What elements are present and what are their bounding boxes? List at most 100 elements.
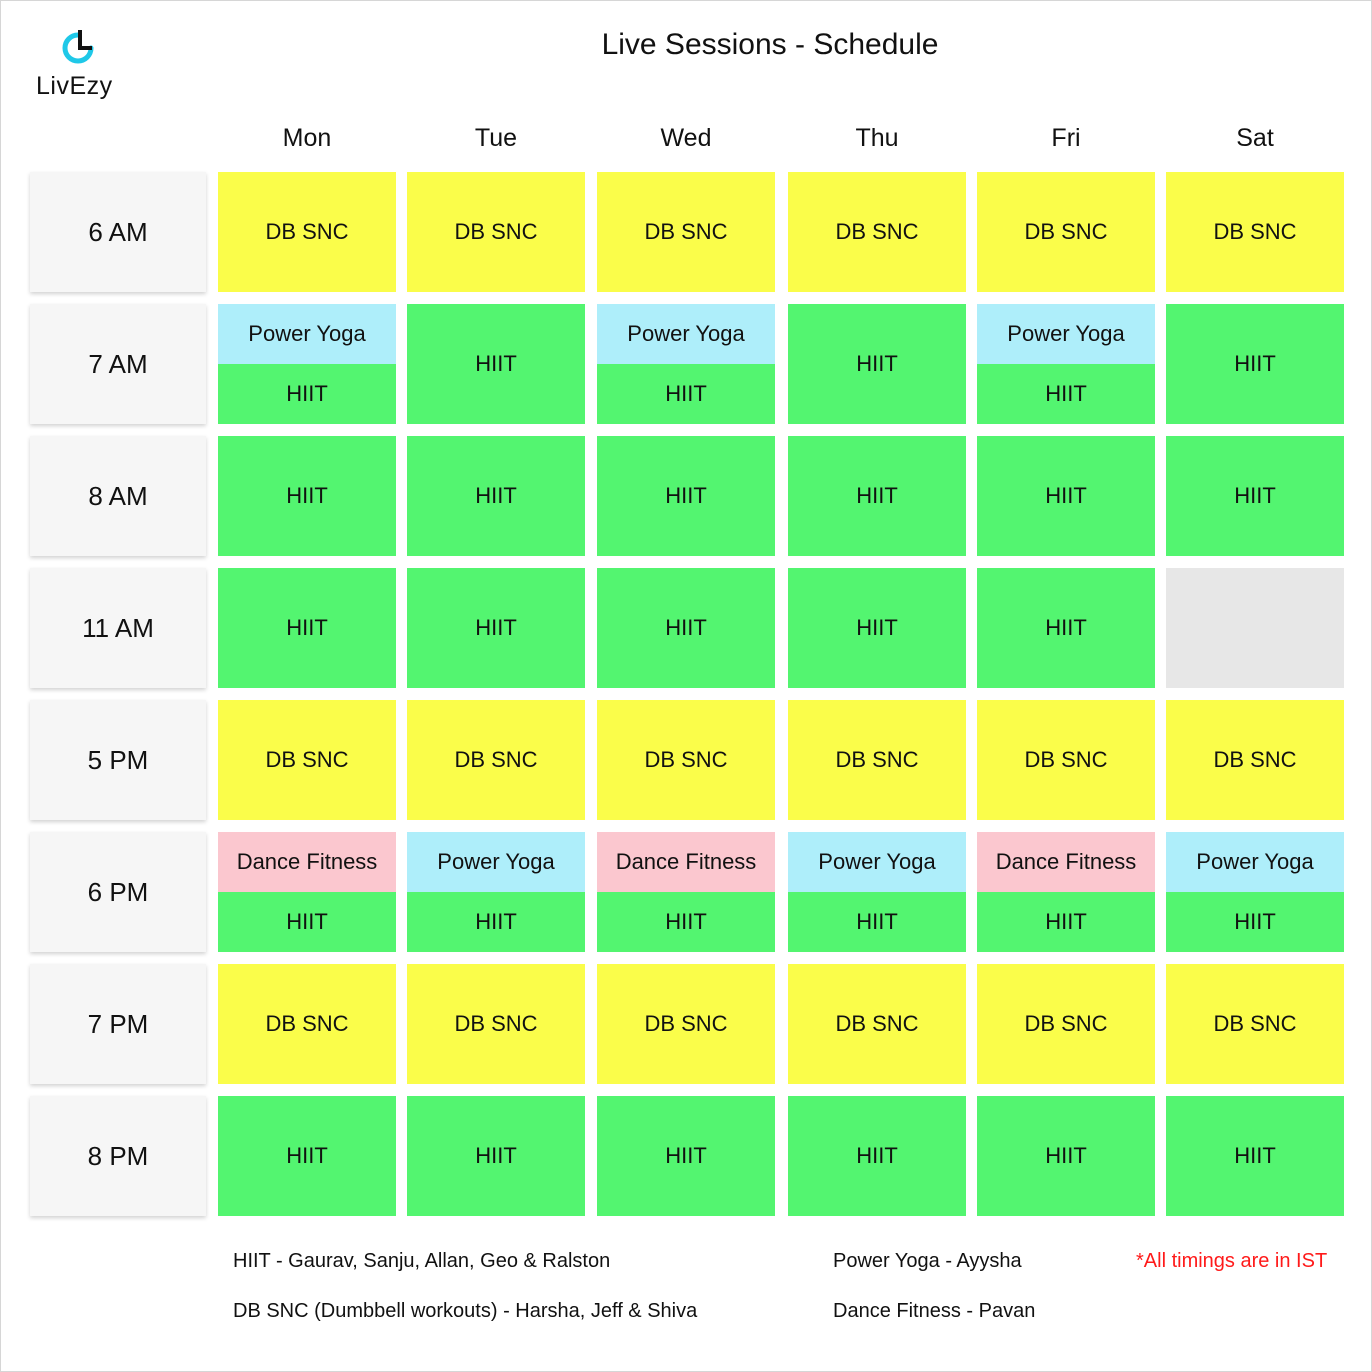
schedule-slot-wed-11-am: HIIT xyxy=(597,568,775,688)
logo-text: LivEzy xyxy=(36,72,113,100)
session-hiit: HIIT xyxy=(1166,892,1344,952)
session-hiit: HIIT xyxy=(977,892,1155,952)
session-db-snc: DB SNC xyxy=(597,172,775,292)
session-power-yoga: Power Yoga xyxy=(597,304,775,364)
schedule-slot-sat-7-am: HIIT xyxy=(1166,304,1344,424)
session-db-snc: DB SNC xyxy=(597,700,775,820)
schedule-slot-tue-6-pm: Power Yoga HIIT xyxy=(407,832,585,952)
day-header-thu: Thu xyxy=(855,124,899,152)
session-hiit: HIIT xyxy=(218,364,396,424)
schedule-slot-fri-7-am: Power Yoga HIIT xyxy=(977,304,1155,424)
session-db-snc: DB SNC xyxy=(977,172,1155,292)
schedule-slot-thu-6-am: DB SNC xyxy=(788,172,966,292)
schedule-slot-sat-6-am: DB SNC xyxy=(1166,172,1344,292)
session-hiit: HIIT xyxy=(1166,436,1344,556)
schedule-slot-mon-8-am: HIIT xyxy=(218,436,396,556)
day-header-fri: Fri xyxy=(1051,124,1081,152)
schedule-slot-thu-11-am: HIIT xyxy=(788,568,966,688)
time-label-5-pm: 5 PM xyxy=(30,700,206,820)
schedule-slot-mon-5-pm: DB SNC xyxy=(218,700,396,820)
session-db-snc: DB SNC xyxy=(407,964,585,1084)
time-label-11-am: 11 AM xyxy=(30,568,206,688)
schedule-slot-thu-5-pm: DB SNC xyxy=(788,700,966,820)
schedule-slot-fri-8-am: HIIT xyxy=(977,436,1155,556)
schedule-slot-thu-7-am: HIIT xyxy=(788,304,966,424)
schedule-slot-sat-6-pm: Power Yoga HIIT xyxy=(1166,832,1344,952)
day-header-mon: Mon xyxy=(282,124,332,152)
schedule-slot-sat-7-pm: DB SNC xyxy=(1166,964,1344,1084)
session-db-snc: DB SNC xyxy=(218,172,396,292)
session-db-snc: DB SNC xyxy=(788,172,966,292)
session-dance-fitness: Dance Fitness xyxy=(218,832,396,892)
schedule-slot-wed-5-pm: DB SNC xyxy=(597,700,775,820)
time-label-8-pm: 8 PM xyxy=(30,1096,206,1216)
schedule-slot-fri-6-pm: Dance Fitness HIIT xyxy=(977,832,1155,952)
schedule-slot-wed-7-am: Power Yoga HIIT xyxy=(597,304,775,424)
session-hiit: HIIT xyxy=(977,1096,1155,1216)
session-hiit: HIIT xyxy=(1166,1096,1344,1216)
schedule-slot-wed-6-pm: Dance Fitness HIIT xyxy=(597,832,775,952)
schedule-slot-tue-11-am: HIIT xyxy=(407,568,585,688)
session-power-yoga: Power Yoga xyxy=(407,832,585,892)
schedule-slot-wed-6-am: DB SNC xyxy=(597,172,775,292)
logo-clock-icon xyxy=(62,30,94,64)
schedule-slot-thu-8-pm: HIIT xyxy=(788,1096,966,1216)
session-hiit: HIIT xyxy=(597,364,775,424)
session-hiit: HIIT xyxy=(597,436,775,556)
session-db-snc: DB SNC xyxy=(218,700,396,820)
schedule-slot-fri-7-pm: DB SNC xyxy=(977,964,1155,1084)
session-hiit: HIIT xyxy=(407,1096,585,1216)
session-hiit: HIIT xyxy=(407,892,585,952)
schedule-slot-tue-8-pm: HIIT xyxy=(407,1096,585,1216)
schedule-slot-tue-6-am: DB SNC xyxy=(407,172,585,292)
session-hiit: HIIT xyxy=(218,892,396,952)
empty-slot-sat-11-am xyxy=(1166,568,1344,688)
schedule-slot-fri-5-pm: DB SNC xyxy=(977,700,1155,820)
day-header-tue: Tue xyxy=(474,124,518,152)
schedule-slot-sat-8-am: HIIT xyxy=(1166,436,1344,556)
legend-power-yoga: Power Yoga - Ayysha xyxy=(833,1250,1022,1272)
session-db-snc: DB SNC xyxy=(1166,700,1344,820)
schedule-slot-mon-7-pm: DB SNC xyxy=(218,964,396,1084)
session-hiit: HIIT xyxy=(977,436,1155,556)
session-hiit: HIIT xyxy=(788,436,966,556)
schedule-slot-thu-7-pm: DB SNC xyxy=(788,964,966,1084)
schedule-slot-wed-7-pm: DB SNC xyxy=(597,964,775,1084)
schedule-slot-thu-6-pm: Power Yoga HIIT xyxy=(788,832,966,952)
ist-note: *All timings are in IST xyxy=(1136,1250,1328,1272)
session-dance-fitness: Dance Fitness xyxy=(597,832,775,892)
time-label-8-am: 8 AM xyxy=(30,436,206,556)
session-hiit: HIIT xyxy=(977,364,1155,424)
session-db-snc: DB SNC xyxy=(977,700,1155,820)
livezy-logo: LivEzy xyxy=(34,26,124,102)
schedule-slot-fri-6-am: DB SNC xyxy=(977,172,1155,292)
schedule-slot-thu-8-am: HIIT xyxy=(788,436,966,556)
session-hiit: HIIT xyxy=(218,436,396,556)
session-db-snc: DB SNC xyxy=(1166,964,1344,1084)
session-hiit: HIIT xyxy=(597,1096,775,1216)
schedule-slot-mon-6-am: DB SNC xyxy=(218,172,396,292)
session-hiit: HIIT xyxy=(407,304,585,424)
session-hiit: HIIT xyxy=(597,568,775,688)
schedule-slot-mon-7-am: Power Yoga HIIT xyxy=(218,304,396,424)
day-header-wed: Wed xyxy=(660,124,712,152)
session-db-snc: DB SNC xyxy=(788,964,966,1084)
schedule-slot-tue-7-am: HIIT xyxy=(407,304,585,424)
session-db-snc: DB SNC xyxy=(788,700,966,820)
session-power-yoga: Power Yoga xyxy=(788,832,966,892)
schedule-slot-sat-8-pm: HIIT xyxy=(1166,1096,1344,1216)
session-dance-fitness: Dance Fitness xyxy=(977,832,1155,892)
schedule-slot-mon-6-pm: Dance Fitness HIIT xyxy=(218,832,396,952)
schedule-slot-fri-8-pm: HIIT xyxy=(977,1096,1155,1216)
session-db-snc: DB SNC xyxy=(597,964,775,1084)
session-hiit: HIIT xyxy=(977,568,1155,688)
session-hiit: HIIT xyxy=(788,1096,966,1216)
schedule-slot-tue-8-am: HIIT xyxy=(407,436,585,556)
session-hiit: HIIT xyxy=(788,304,966,424)
session-hiit: HIIT xyxy=(788,568,966,688)
session-hiit: HIIT xyxy=(597,892,775,952)
time-label-7-pm: 7 PM xyxy=(30,964,206,1084)
day-header-sat: Sat xyxy=(1236,124,1274,152)
session-hiit: HIIT xyxy=(407,436,585,556)
schedule-slot-mon-11-am: HIIT xyxy=(218,568,396,688)
